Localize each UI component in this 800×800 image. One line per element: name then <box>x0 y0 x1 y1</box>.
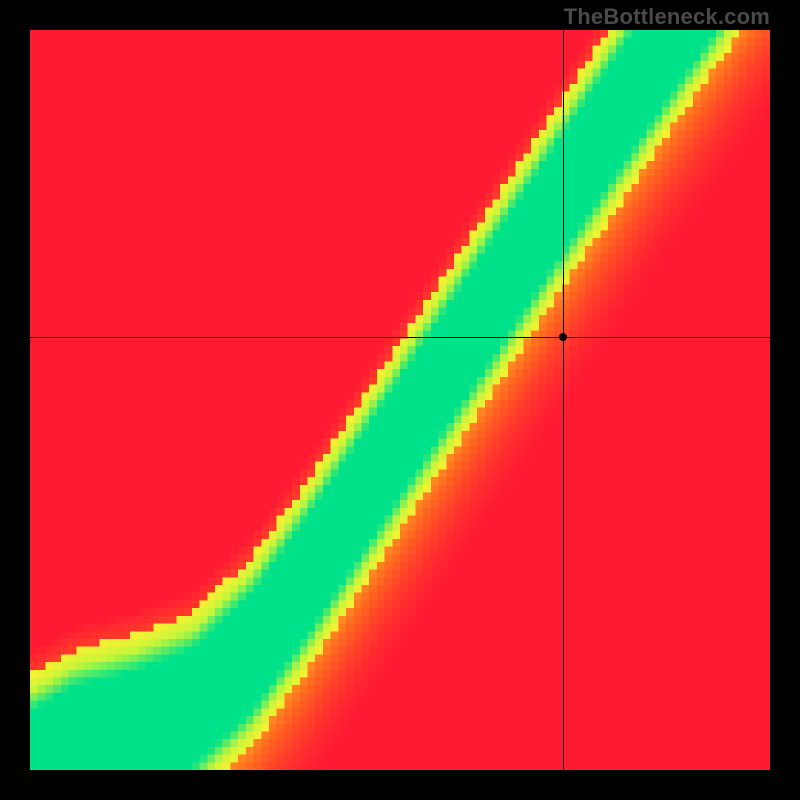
plot-area <box>30 30 770 770</box>
marker-dot <box>559 333 567 341</box>
crosshair-vertical <box>563 30 564 770</box>
chart-frame: TheBottleneck.com <box>0 0 800 800</box>
watermark-text: TheBottleneck.com <box>564 4 770 30</box>
heatmap-canvas <box>30 30 770 770</box>
crosshair-horizontal <box>30 337 770 338</box>
